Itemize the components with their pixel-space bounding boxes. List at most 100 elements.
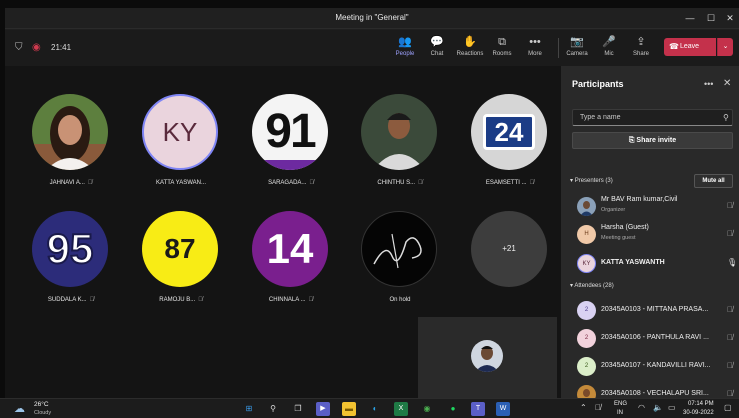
participant-number-avatar: 87 [142,211,218,287]
participant-search-input[interactable] [572,109,733,126]
share-invite-button[interactable]: ⎘ Share invite [572,132,733,149]
mic-off-icon: 🎙̸ [309,180,314,186]
spotify-icon[interactable]: ● [446,402,460,416]
volume-icon[interactable]: 🔈 [653,403,663,412]
more-options-icon[interactable]: ••• [704,79,713,89]
search-icon: ⚲ [723,113,729,122]
presenters-section-header[interactable]: ▾ Presenters (3) [570,177,613,184]
share-tray-icon: ⇪ [636,36,646,48]
windows-start-icon[interactable]: ⊞ [242,402,256,416]
maximize-button[interactable]: ☐ [702,10,720,26]
task-view-icon[interactable]: ❐ [291,402,305,416]
participant-avatar: 2 [577,357,596,376]
excel-icon[interactable]: X [394,402,408,416]
participant-name: ESAMSETTI ... 🎙̸ [485,180,535,186]
participant-tile[interactable]: 14 CHINNALA ... 🎙̸ [241,193,341,309]
chevron-up-icon[interactable]: ⌃ [580,403,587,412]
wifi-icon[interactable]: ◠ [638,403,645,412]
rooms-button[interactable]: ⧉ Rooms [487,34,517,64]
mic-off-icon: 🎙̸ [308,297,314,303]
participant-avatar: 2 [577,329,596,348]
participant-tile[interactable]: KY KATTA YASWAN... [131,76,231,192]
attendees-section-header[interactable]: ▾ Attendees (28) [570,282,614,289]
mic-off-icon: 🎙̸ [529,180,535,186]
mic-off-icon: 🎙̸ [727,333,733,342]
participant-tile[interactable]: CHINTHU S... 🎙̸ [350,76,450,192]
reactions-button[interactable]: ✋ Reactions [455,34,485,64]
notifications-icon[interactable]: ▢ [724,403,732,412]
minimize-button[interactable]: — [681,10,699,26]
teams-meeting-window: Meeting in "General" — ☐ ✕ ⛉ ◉ 21:41 👥 P… [5,8,739,398]
participant-name: KATTA YASWAN... [155,180,206,186]
region-indicator: IN [617,410,623,416]
participant-name: SARAGADA... 🎙̸ [268,180,314,186]
file-explorer-icon[interactable]: ▬ [342,402,356,416]
chevron-down-icon: ⌄ [722,43,729,50]
chat-app-icon[interactable]: ▶ [316,402,330,416]
self-view-video[interactable] [418,317,557,398]
leave-options-button[interactable]: ⌄ [717,38,733,56]
participant-name: RAMOJU B... 🎙̸ [159,297,203,303]
more-icon: ••• [529,36,541,48]
mic-off-icon: 🎙̸ [727,305,733,314]
camera-button[interactable]: 📷 Camera [562,34,592,64]
participant-row[interactable]: KY KATTA YASWANTH 🎙 [561,249,739,277]
people-icon: 👥 [398,36,412,48]
mic-off-icon[interactable]: 🎙̸ [595,403,601,412]
clock-time[interactable]: 07:14 PM [688,401,714,407]
participant-tile-on-hold[interactable]: On hold [350,193,450,309]
title-bar: Meeting in "General" — ☐ ✕ [5,8,739,29]
camera-off-icon: 📷 [570,36,584,48]
battery-icon[interactable]: ▭ [668,403,676,412]
mic-off-icon: 🎙̸ [727,229,733,238]
meeting-toolbar: ⛉ ◉ 21:41 👥 People 💬 Chat ✋ Reactions ⧉ … [5,30,739,68]
windows-taskbar: ☁ 26°C Cloudy ⊞ ⚲ ❐ ▶ ▬ ◐ X ◉ ● T W ⌃ 🎙̸… [0,398,739,418]
video-stage: JAHNAVI A... 🎙̸ KY KATTA YASWAN... 91 SAR… [5,66,561,398]
participant-row[interactable]: 20345A0108 - VECHALAPU SRI... 🎙̸ [561,380,739,398]
participant-row[interactable]: 2 20345A0106 - PANTHULA RAVI ... 🎙̸ [561,324,739,352]
participant-row[interactable]: H Harsha (Guest) Meeting guest 🎙̸ [561,220,739,248]
overflow-participants-tile[interactable]: +21 [460,193,560,309]
phone-hangup-icon: ☎ [669,42,679,51]
search-icon[interactable]: ⚲ [266,402,280,416]
participant-avatar: 2 [577,301,596,320]
mute-all-button[interactable]: Mute all [694,174,733,188]
mic-off-icon: 🎙̸ [727,201,733,210]
self-view-avatar [471,340,503,372]
mic-off-icon: 🎙̸ [418,180,423,186]
participant-tile[interactable]: 95 SUDDALA K... 🎙̸ [21,193,121,309]
participants-panel: Participants ••• ✕ ⚲ ⎘ Share invite ▾ Pr… [561,66,739,398]
mic-off-icon: 🎙̸ [87,180,93,186]
participant-tile[interactable]: 87 RAMOJU B... 🎙̸ [131,193,231,309]
participant-number-avatar: 91 [252,94,328,170]
edge-browser-icon[interactable]: ◐ [368,402,382,416]
chrome-icon[interactable]: ◉ [420,402,434,416]
participant-name: CHINTHU S... 🎙̸ [377,180,423,186]
participant-tile[interactable]: 91 SARAGADA... 🎙̸ [241,76,341,192]
participant-row[interactable]: 2 20345A0107 - KANDAVILLI RAVI... 🎙̸ [561,352,739,380]
reactions-icon: ✋ [463,36,477,48]
teams-icon[interactable]: T [471,402,485,416]
chat-icon: 💬 [430,36,444,48]
word-icon[interactable]: W [496,402,510,416]
cloud-icon: ☁ [14,403,25,415]
participant-tile[interactable]: JAHNAVI A... 🎙̸ [21,76,121,192]
more-button[interactable]: ••• More [520,34,550,64]
panel-title: Participants [572,79,624,89]
language-indicator[interactable]: ENG [614,401,627,407]
participant-row[interactable]: 2 20345A0103 - MITTANA PRASA... 🎙̸ [561,296,739,324]
chat-button[interactable]: 💬 Chat [422,34,452,64]
participant-name: JAHNAVI A... 🎙̸ [49,180,93,186]
participant-tile[interactable]: 24 ESAMSETTI ... 🎙̸ [460,76,560,192]
leave-button[interactable]: ☎ Leave [664,38,716,56]
close-window-button[interactable]: ✕ [721,10,739,26]
overflow-count-avatar: +21 [471,211,547,287]
close-panel-icon[interactable]: ✕ [723,78,731,89]
people-button[interactable]: 👥 People [390,34,420,68]
participant-name: On hold [389,297,411,303]
participant-row[interactable]: Mr BAV Ram kumar,Civil Organizer 🎙̸ [561,192,739,220]
weather-temperature[interactable]: 26°C [34,401,49,408]
share-button[interactable]: ⇪ Share [626,34,656,64]
mic-button[interactable]: 🎤 Mic [594,34,624,64]
meeting-timer: 21:41 [51,43,72,52]
